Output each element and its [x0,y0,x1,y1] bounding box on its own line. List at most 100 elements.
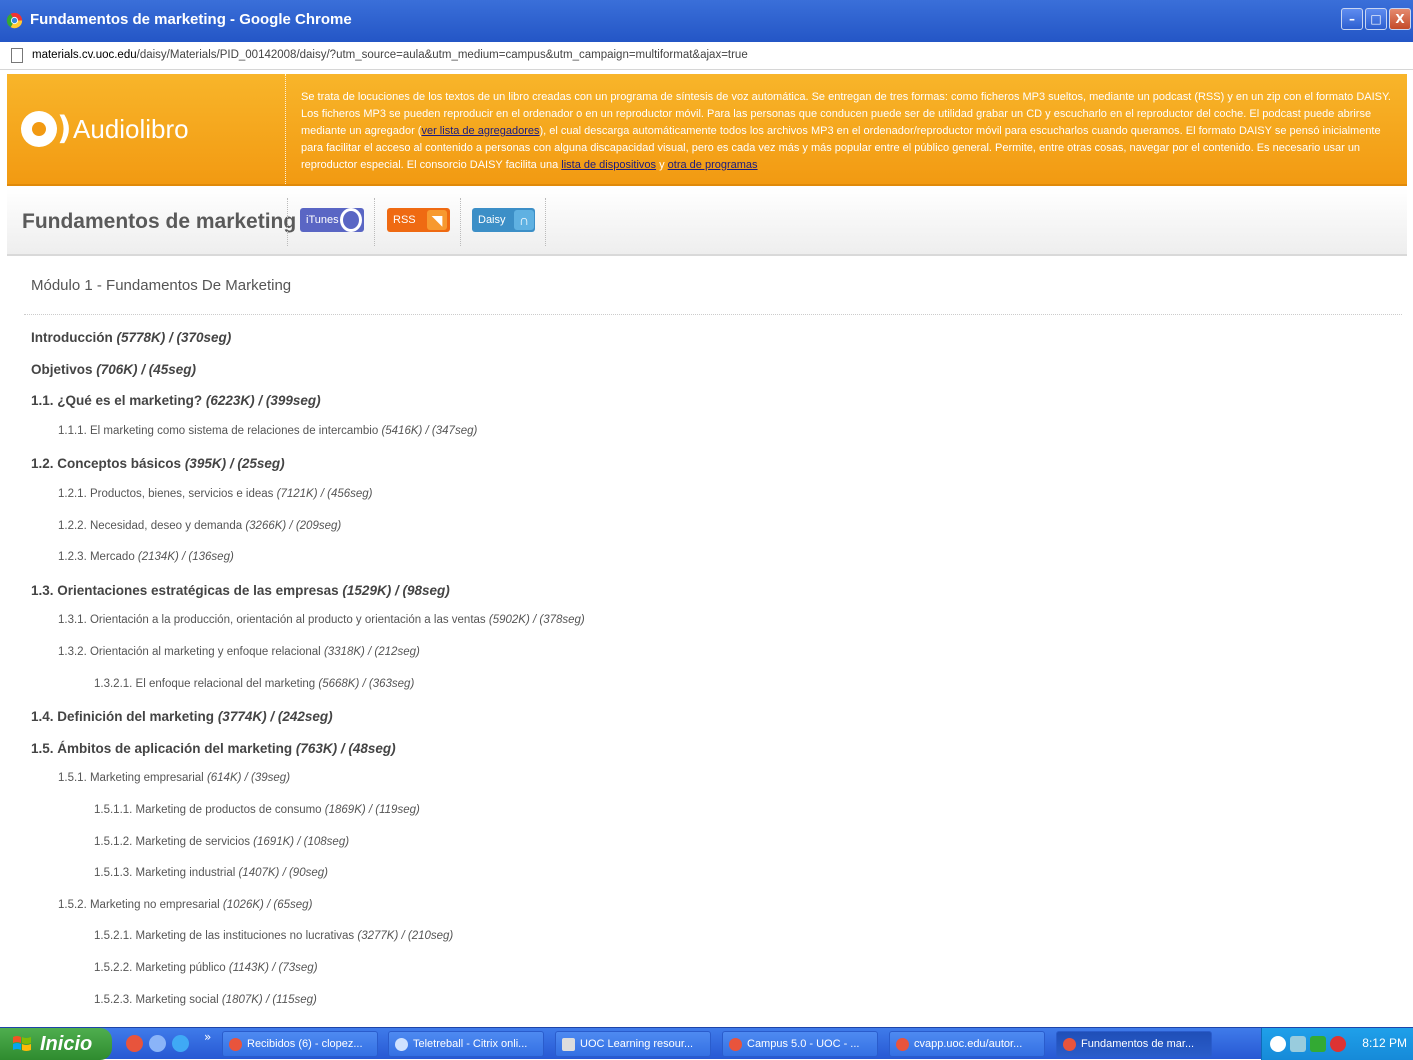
toc-item-size-duration: (1807K) / (115seg) [221,994,317,1006]
task-fundamentos[interactable]: Fundamentos de mar... [1056,1031,1212,1057]
minimize-button[interactable]: – [1341,8,1363,30]
itunes-button[interactable]: iTunes [300,208,364,232]
toc-item[interactable]: 1.1. ¿Qué es el marketing? (6223K) / (39… [31,393,321,408]
toc-item[interactable]: 1.5.1.3. Marketing industrial (1407K) / … [94,867,328,879]
rss-label: RSS [393,214,416,226]
audio-logo-icon [21,111,57,147]
rss-button[interactable]: RSS ◥ [387,208,450,232]
url-path: /daisy/Materials/PID_00142008/daisy/?utm… [136,49,748,61]
citrix-icon [395,1038,408,1051]
link-programas[interactable]: otra de programas [668,159,758,171]
daisy-button[interactable]: Daisy ∩ [472,208,535,232]
toc-item[interactable]: 1.2.3. Mercado (2134K) / (136seg) [58,551,234,563]
toc-item-label: 1.5.2.2. Marketing público [94,962,229,974]
toc-item-label: 1.5. Ámbitos de aplicación del marketing [31,741,296,756]
chrome-quicklaunch-icon[interactable] [126,1035,143,1052]
quicklaunch-more-icon[interactable]: » [204,1030,211,1044]
toc-item[interactable]: 1.4. Definición del marketing (3774K) / … [31,709,333,724]
chrome-icon [229,1038,242,1051]
chrome-icon [1063,1038,1076,1051]
toc-item-label: 1.2.1. Productos, bienes, servicios e id… [58,488,277,500]
banner-divider [285,74,286,184]
link-agregadores[interactable]: ver lista de agregadores [421,125,539,137]
toc-item[interactable]: 1.3. Orientaciones estratégicas de las e… [31,583,450,598]
ie-quicklaunch-icon[interactable] [172,1035,189,1052]
itunes-icon [340,208,362,232]
windows-flag-icon [13,1036,31,1051]
toc-item-size-duration: (1143K) / (73seg) [228,962,318,974]
rss-feed-icon: ◥ [427,210,447,230]
task-cvapp[interactable]: cvapp.uoc.edu/autor... [889,1031,1045,1057]
toc-item-size-duration: (763K) / (48seg) [295,741,396,756]
audiolibro-logo: ) Audiolibro [7,74,285,186]
toc-item-size-duration: (1407K) / (90seg) [238,867,328,879]
toc-item-label: 1.5.1. Marketing empresarial [58,772,207,784]
toc-item[interactable]: 1.3.2. Orientación al marketing y enfoqu… [58,646,420,658]
toc-item-label: 1.5.1.2. Marketing de servicios [94,836,254,848]
link-dispositivos[interactable]: lista de dispositivos [561,159,656,171]
toc-item-size-duration: (5778K) / (370seg) [116,330,232,345]
toc-item-size-duration: (614K) / (39seg) [206,772,291,784]
task-campus[interactable]: Campus 5.0 - UOC - ... [722,1031,878,1057]
start-button[interactable]: Inicio [0,1028,112,1060]
toc-item-size-duration: (395K) / (25seg) [184,456,285,471]
toc-item-size-duration: (5902K) / (378seg) [488,614,585,626]
toc-item-size-duration: (3266K) / (209seg) [245,520,342,532]
toc-item-size-duration: (706K) / (45seg) [96,362,197,377]
toc-item-size-duration: (6223K) / (399seg) [205,393,321,408]
antivirus-icon[interactable] [1330,1036,1346,1052]
task-recibidos[interactable]: Recibidos (6) - clopez... [222,1031,378,1057]
toc-item-label: 1.3.1. Orientación a la producción, orie… [58,614,489,626]
header-divider [545,198,546,246]
toc-item[interactable]: 1.3.1. Orientación a la producción, orie… [58,614,585,626]
maximize-button[interactable]: □ [1365,8,1387,30]
window-title: Fundamentos de marketing - Google Chrome [30,11,352,28]
tray-arrow-icon[interactable] [1270,1036,1286,1052]
banner-description: Se trata de locuciones de los textos de … [301,91,1391,171]
toc-item[interactable]: 1.5.2.3. Marketing social (1807K) / (115… [94,994,317,1006]
book-header: Fundamentos de marketing iTunes RSS ◥ Da… [7,188,1407,256]
toc-item[interactable]: 1.2.2. Necesidad, deseo y demanda (3266K… [58,520,341,532]
toc-item-label: 1.3.2. Orientación al marketing y enfoqu… [58,646,324,658]
toc-item-label: 1.3.2.1. El enfoque relacional del marke… [94,678,319,690]
task-uoc-learning[interactable]: UOC Learning resour... [555,1031,711,1057]
address-bar[interactable]: materials.cv.uoc.edu/daisy/Materials/PID… [0,42,1413,70]
toc-item[interactable]: Objetivos (706K) / (45seg) [31,362,196,377]
book-title: Fundamentos de marketing [22,210,297,233]
window-controls: – □ X [1341,8,1411,30]
security-icon[interactable] [1310,1036,1326,1052]
toc-item[interactable]: 1.5.2. Marketing no empresarial (1026K) … [58,899,312,911]
browser-quicklaunch-icon[interactable] [149,1035,166,1052]
toc-item[interactable]: 1.3.2.1. El enfoque relacional del marke… [94,678,414,690]
header-divider [287,198,288,246]
toc-item[interactable]: 1.5. Ámbitos de aplicación del marketing… [31,741,396,756]
toc-item-label: 1.1. ¿Qué es el marketing? [31,393,206,408]
toc-item[interactable]: Introducción (5778K) / (370seg) [31,330,231,345]
toc-item[interactable]: 1.5.2.2. Marketing público (1143K) / (73… [94,962,318,974]
window-titlebar[interactable]: Fundamentos de marketing - Google Chrome… [0,0,1413,42]
system-tray: 8:12 PM [1261,1028,1413,1060]
toc-item[interactable]: 1.5.1.2. Marketing de servicios (1691K) … [94,836,349,848]
toc-item-size-duration: (3318K) / (212seg) [323,646,420,658]
taskbar: Inicio » Recibidos (6) - clopez... Telet… [0,1027,1413,1060]
module-title: Módulo 1 - Fundamentos De Marketing [31,277,292,294]
toc-item[interactable]: 1.2.1. Productos, bienes, servicios e id… [58,488,373,500]
toc-item[interactable]: 1.5.1. Marketing empresarial (614K) / (3… [58,772,290,784]
url-text[interactable]: materials.cv.uoc.edu/daisy/Materials/PID… [32,49,748,61]
toc-item[interactable]: 1.5.1.1. Marketing de productos de consu… [94,804,420,816]
toc-item[interactable]: 1.5.2.1. Marketing de las instituciones … [94,930,453,942]
toc-item-size-duration: (3774K) / (242seg) [217,709,333,724]
toc-item-label: 1.5.1.1. Marketing de productos de consu… [94,804,325,816]
toc-item[interactable]: 1.1.1. El marketing como sistema de rela… [58,425,477,437]
close-button[interactable]: X [1389,8,1411,30]
network-icon[interactable] [1290,1036,1306,1052]
task-teletreball[interactable]: Teletreball - Citrix onli... [388,1031,544,1057]
clock: 8:12 PM [1362,1036,1407,1050]
document-icon [562,1038,575,1051]
daisy-label: Daisy [478,214,506,226]
header-divider [374,198,375,246]
toc-item[interactable]: 1.2. Conceptos básicos (395K) / (25seg) [31,456,285,471]
toc-item-size-duration: (3277K) / (210seg) [357,930,454,942]
toc-item-label: 1.2.2. Necesidad, deseo y demanda [58,520,246,532]
sound-waves-icon: ) [57,109,72,147]
